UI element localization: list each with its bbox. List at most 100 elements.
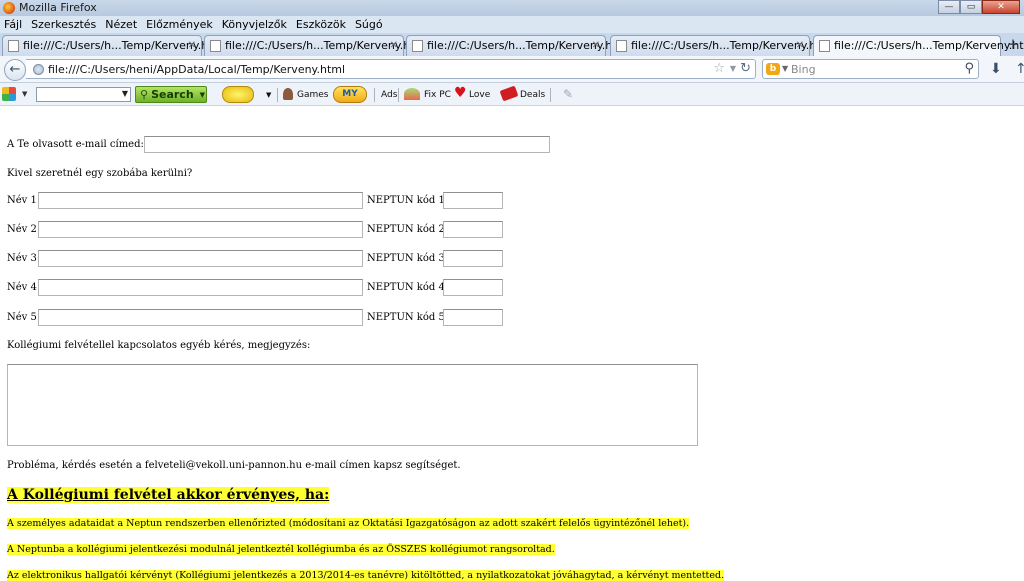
chevron-down-icon[interactable]: ▼: [266, 86, 271, 103]
new-tab-icon[interactable]: +: [1004, 37, 1022, 54]
games-link[interactable]: Games: [297, 86, 328, 103]
tab-title: file:///C:/Users/h...Temp/Kerveny.html: [834, 39, 1024, 52]
menu-view[interactable]: Nézet: [105, 18, 137, 31]
name-label: Név 3:: [7, 253, 41, 264]
my-icon[interactable]: MY: [333, 86, 367, 103]
page-icon: [412, 40, 423, 52]
window-titlebar: Mozilla Firefox — ▭ ✕: [0, 0, 1024, 16]
roommate-row-5: Név 5: NEPTUN kód 5:: [7, 309, 503, 326]
page-content: A Te olvasott e-mail címed: Kivel szeret…: [0, 107, 1024, 581]
heart-icon[interactable]: ♥: [454, 85, 467, 101]
chevron-down-icon[interactable]: ▼: [782, 64, 788, 73]
email-input[interactable]: [143, 136, 550, 153]
toolbar-separator: [374, 88, 375, 102]
search-icon: ⚲: [140, 88, 149, 101]
download-icon[interactable]: ⬇: [990, 61, 1002, 77]
comment-textarea[interactable]: [7, 364, 698, 446]
neptun-label: NEPTUN kód 3:: [367, 253, 449, 264]
page-icon: [819, 40, 830, 52]
fix-pc-icon[interactable]: [404, 88, 420, 100]
minimize-icon[interactable]: —: [938, 0, 960, 14]
pen-icon[interactable]: ✎: [563, 87, 573, 101]
love-link[interactable]: Love: [469, 86, 490, 103]
chevron-down-icon[interactable]: ▼: [730, 64, 736, 73]
name-input-3[interactable]: [38, 250, 363, 267]
close-window-icon[interactable]: ✕: [982, 0, 1020, 14]
search-icon[interactable]: ⚲: [964, 61, 974, 76]
browser-tab[interactable]: file:///C:/Users/h...Temp/Kerveny.html ✕: [406, 35, 630, 56]
name-label: Név 2:: [7, 224, 41, 235]
browser-tab[interactable]: file:///C:/Users/h...Temp/Kerveny.html ✕: [204, 35, 428, 56]
menu-history[interactable]: Előzmények: [146, 18, 213, 31]
url-text[interactable]: file:///C:/Users/heni/AppData/Local/Temp…: [48, 63, 345, 76]
smiley-icon[interactable]: [222, 86, 254, 103]
browser-tab[interactable]: file:///C:/Users/h...Temp/Kerveny.html ✕: [2, 35, 226, 56]
toolbar-search-button[interactable]: ⚲ Search ▼: [135, 86, 207, 103]
name-label: Név 1:: [7, 195, 41, 206]
bing-icon[interactable]: b: [766, 63, 780, 75]
chevron-down-icon[interactable]: ▼: [22, 90, 27, 98]
fix-pc-link[interactable]: Fix PC: [424, 86, 451, 103]
name-input-1[interactable]: [38, 192, 363, 209]
help-text: Probléma, kérdés esetén a felveteli@veko…: [7, 460, 461, 471]
firefox-logo-icon: [3, 2, 15, 14]
menu-file[interactable]: Fájl: [4, 18, 22, 31]
roommate-row-2: Név 2: NEPTUN kód 2:: [7, 221, 503, 238]
roommate-row-3: Név 3: NEPTUN kód 3:: [7, 250, 503, 267]
neptun-label: NEPTUN kód 4:: [367, 282, 449, 293]
search-button-label: Search: [151, 88, 194, 101]
name-input-2[interactable]: [38, 221, 363, 238]
tab-close-icon[interactable]: ✕: [796, 40, 804, 51]
apps-icon[interactable]: [2, 87, 16, 101]
tab-bar: file:///C:/Users/h...Temp/Kerveny.html ✕…: [0, 33, 1024, 57]
window-controls: — ▭ ✕: [938, 0, 1020, 14]
tab-close-icon[interactable]: ✕: [592, 40, 600, 51]
name-label: Név 4:: [7, 282, 41, 293]
roommate-question: Kivel szeretnél egy szobába kerülni?: [7, 168, 193, 179]
reload-icon[interactable]: ↻: [740, 61, 751, 76]
menu-bar: Fájl Szerkesztés Nézet Előzmények Könyvj…: [0, 16, 1024, 33]
condition-item: A Neptunba a kollégiumi jelentkezési mod…: [7, 544, 555, 555]
conditions-heading: A Kollégiumi felvétel akkor érvényes, ha…: [7, 487, 330, 503]
neptun-input-2[interactable]: [443, 221, 503, 238]
page-icon: [8, 40, 19, 52]
more-icon[interactable]: ↑: [1015, 61, 1024, 77]
email-label: A Te olvasott e-mail címed:: [7, 139, 144, 150]
neptun-input-3[interactable]: [443, 250, 503, 267]
ads-link[interactable]: Ads: [381, 86, 397, 103]
star-icon[interactable]: ☆: [713, 61, 725, 76]
tab-close-icon[interactable]: ✕: [188, 40, 196, 51]
maximize-icon[interactable]: ▭: [960, 0, 982, 14]
browser-tab[interactable]: file:///C:/Users/h...Temp/Kerveny.html ✕: [610, 35, 834, 56]
comment-label: Kollégiumi felvétellel kapcsolatos egyéb…: [7, 340, 311, 351]
deals-icon[interactable]: [499, 85, 519, 102]
menu-help[interactable]: Súgó: [355, 18, 383, 31]
tab-close-icon[interactable]: ✕: [390, 40, 398, 51]
games-icon[interactable]: [283, 88, 293, 100]
back-arrow-icon[interactable]: ←: [4, 59, 26, 81]
addon-toolbar: ▼ ▼ ⚲ Search ▼ ▼ Games MY Ads Fix PC ♥ L…: [0, 83, 1024, 106]
name-label: Név 5:: [7, 312, 41, 323]
name-input-4[interactable]: [38, 279, 363, 296]
neptun-input-4[interactable]: [443, 279, 503, 296]
roommate-row-4: Név 4: NEPTUN kód 4:: [7, 279, 503, 296]
web-search-box[interactable]: b ▼ Bing ⚲: [762, 59, 979, 79]
menu-tools[interactable]: Eszközök: [296, 18, 346, 31]
toolbar-separator: [398, 88, 399, 102]
url-bar[interactable]: file:///C:/Users/heni/AppData/Local/Temp…: [26, 59, 756, 79]
name-input-5[interactable]: [38, 309, 363, 326]
menu-edit[interactable]: Szerkesztés: [31, 18, 96, 31]
page-icon: [616, 40, 627, 52]
deals-link[interactable]: Deals: [520, 86, 545, 103]
menu-bookmarks[interactable]: Könyvjelzők: [222, 18, 287, 31]
toolbar-search-dropdown[interactable]: ▼: [36, 87, 131, 102]
browser-tab-active[interactable]: file:///C:/Users/h...Temp/Kerveny.html: [813, 35, 1024, 57]
globe-icon: [33, 64, 44, 75]
email-row: A Te olvasott e-mail címed:: [7, 136, 550, 153]
roommate-row-1: Név 1: NEPTUN kód 1:: [7, 192, 503, 209]
neptun-input-5[interactable]: [443, 309, 503, 326]
neptun-label: NEPTUN kód 2:: [367, 224, 449, 235]
neptun-label: NEPTUN kód 5:: [367, 312, 449, 323]
neptun-input-1[interactable]: [443, 192, 503, 209]
search-placeholder: Bing: [791, 63, 816, 76]
